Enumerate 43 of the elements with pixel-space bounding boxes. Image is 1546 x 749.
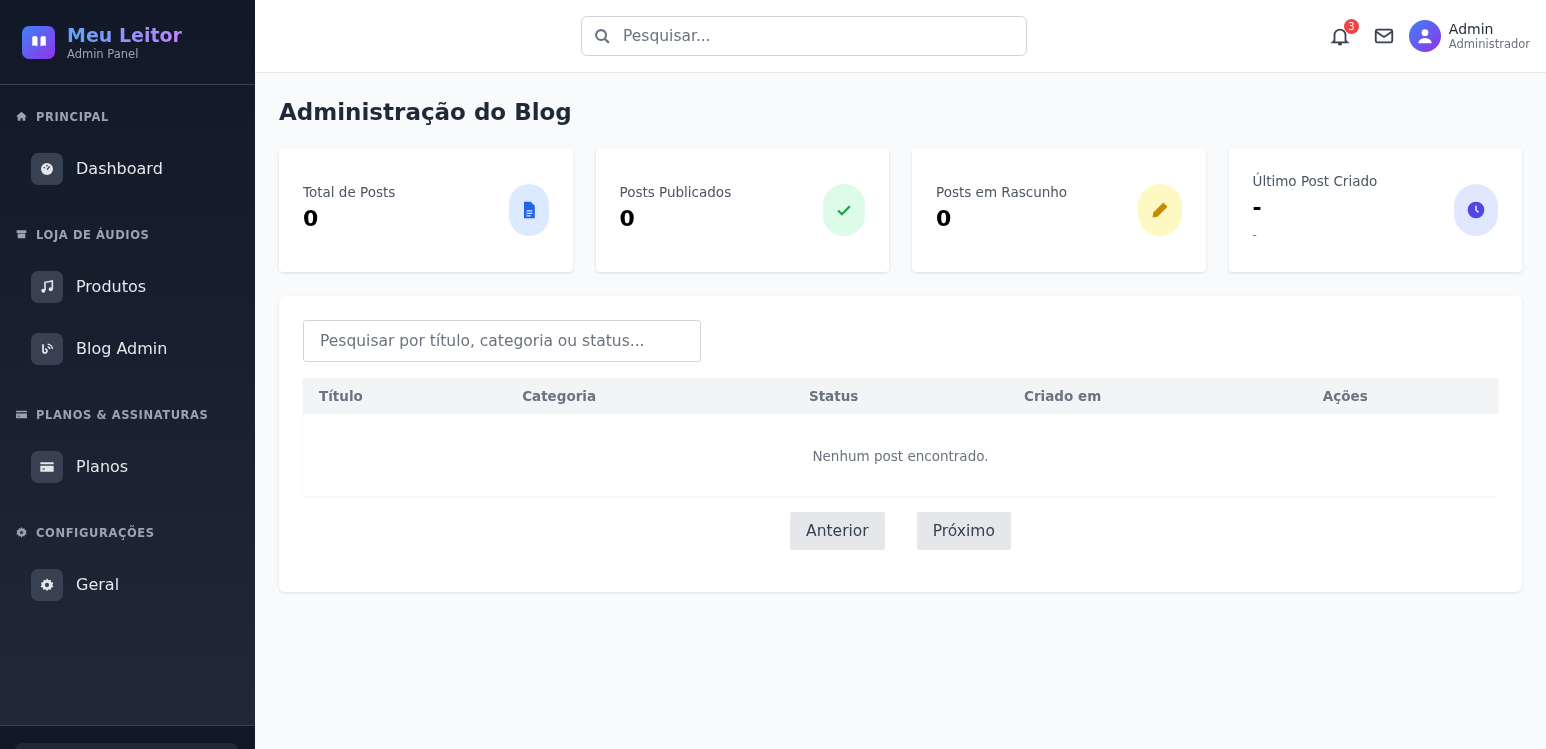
brand-subtitle: Admin Panel [67, 46, 140, 61]
column-header: Criado em [1008, 378, 1307, 414]
search-input[interactable]: Pesquisar... [621, 26, 1014, 46]
user-name: Admin [1448, 21, 1495, 37]
column-header: Categoria [506, 378, 793, 414]
stat-value: - [1252, 194, 1263, 220]
search-field[interactable]: Pesquisar... [581, 16, 1027, 56]
stat-label: Posts Publicados [619, 183, 732, 200]
column-header: Status [792, 378, 1009, 414]
posts-search-field[interactable]: Pesquisar por título, categoria ou status... [303, 320, 701, 362]
stat-value: 0 [936, 205, 953, 231]
stat-value: 0 [303, 205, 320, 231]
sidebar-section-title: LOJA DE ÁUDIOS [36, 227, 150, 242]
music-note-icon [39, 278, 55, 295]
stat-value: 0 [619, 205, 636, 231]
page-title: Administração do Blog [279, 99, 573, 125]
search-icon [594, 27, 611, 45]
stat-label: Último Post Criado [1252, 172, 1378, 189]
home-icon [15, 110, 28, 124]
empty-message: Nenhum post encontrado. [303, 414, 1498, 496]
sidebar-item[interactable]: Dashboard [0, 146, 255, 191]
sidebar-section-title: CONFIGURAÇÕES [36, 525, 155, 540]
sidebar-item[interactable]: Geral [0, 562, 255, 607]
user-role: Administrador [1448, 37, 1530, 51]
sidebar-item[interactable]: Blog Admin [0, 326, 255, 371]
stat-detail: - [1252, 227, 1258, 242]
notification-button[interactable]: 3 [1328, 19, 1359, 47]
notification-count: 3 [1343, 19, 1359, 34]
user-avatar[interactable] [1408, 20, 1441, 52]
sidebar-item[interactable]: Produtos [0, 264, 255, 309]
sidebar-item[interactable]: Planos [0, 444, 255, 489]
settings-icon [39, 576, 55, 593]
stat-label: Posts em Rascunho [936, 183, 1068, 200]
stat-label: Total de Posts [303, 183, 396, 200]
column-header: Ações [1306, 378, 1498, 414]
sidebar-section-title: PLANOS & ASSINATURAS [36, 407, 209, 422]
pagination-button[interactable]: Anterior [790, 512, 885, 550]
user-icon [1416, 28, 1433, 44]
column-header: Título [303, 378, 507, 414]
sidebar-section-title: PRINCIPAL [36, 109, 109, 124]
settings-icon [15, 526, 28, 540]
pagination-button[interactable]: Próximo [916, 512, 1011, 550]
gauge-icon [39, 160, 55, 177]
